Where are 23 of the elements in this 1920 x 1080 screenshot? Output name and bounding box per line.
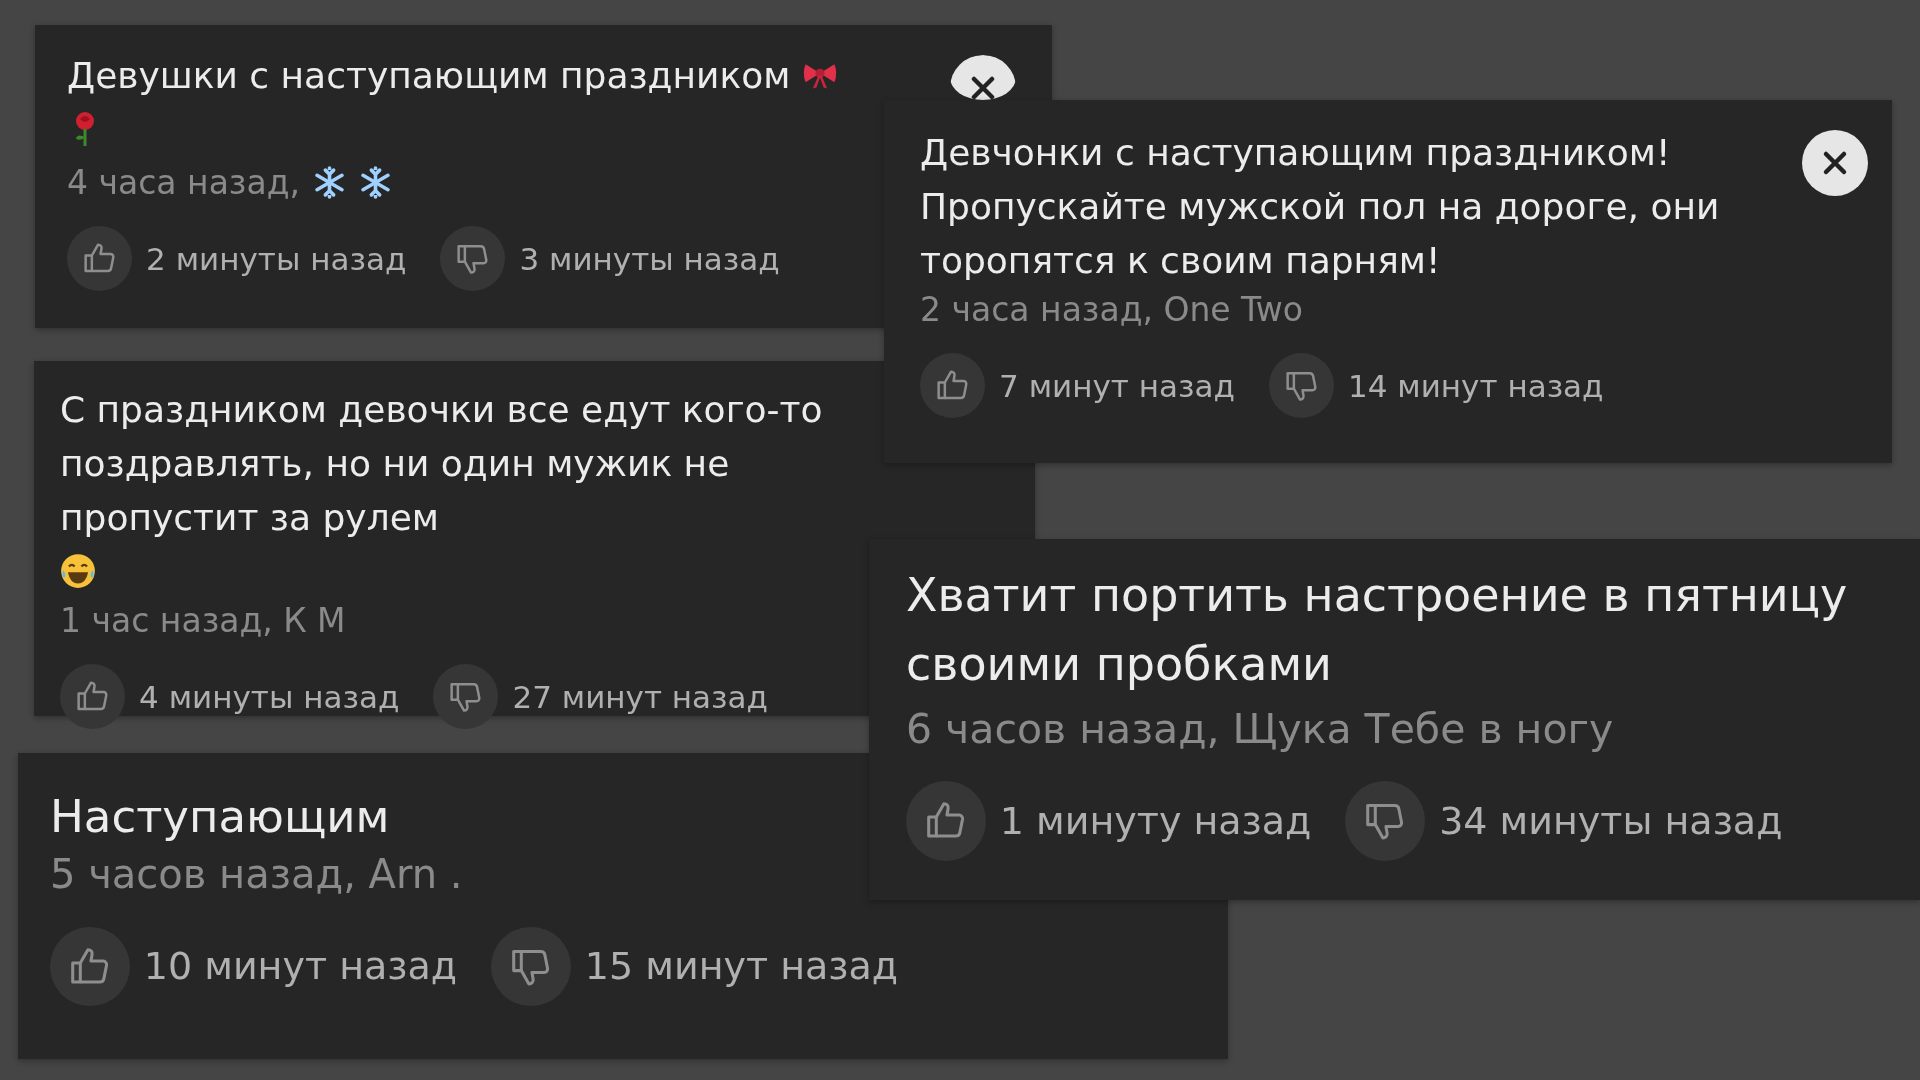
reaction-time: 3 минуты назад xyxy=(519,240,780,277)
comment-meta: 6 часов назад, Щука Тебе в ногу xyxy=(906,705,1614,753)
comment-meta: 5 часов назад, Arn . xyxy=(50,850,463,897)
comment-text: С праздником девочки все едут кого-то поздравлять, но ни один мужик не пропустит за рулем xyxy=(60,388,824,540)
snowflake-icon xyxy=(313,166,347,199)
comment-meta: 4 часа назад, xyxy=(67,163,300,202)
reaction-time: 14 минут назад xyxy=(1348,367,1604,404)
comment-meta: 1 час назад, К М xyxy=(60,601,346,640)
comment-text: Хватит портить настроение в пятницу своими пробками xyxy=(906,568,1848,691)
reaction-time: 4 минуты назад xyxy=(139,678,400,715)
reaction-time: 15 минут назад xyxy=(584,944,899,989)
comment-text: Девчонки с наступающим праздником! Пропускайте мужской пол на дороге, они торопятся к своим парням! xyxy=(920,132,1720,281)
reaction-time: 7 минут назад xyxy=(999,367,1235,404)
reaction-time: 27 минут назад xyxy=(512,678,769,715)
comment-text: Девушки с наступающим праздником xyxy=(67,55,791,96)
reaction-time: 2 минуты назад xyxy=(146,240,407,277)
comment-text: Наступающим xyxy=(50,790,390,843)
reaction-time: 34 минуты назад xyxy=(1439,798,1783,843)
reaction-time: 10 минут назад xyxy=(143,944,458,989)
snowflake-icon xyxy=(359,166,393,199)
comment-meta: 2 часа назад, One Two xyxy=(920,290,1303,329)
reaction-time: 1 минуту назад xyxy=(999,798,1312,843)
laughing-emoji-icon xyxy=(60,553,96,590)
